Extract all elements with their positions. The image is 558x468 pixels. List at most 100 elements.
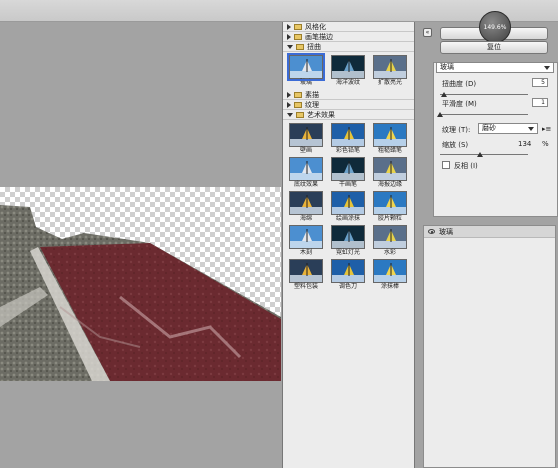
- distortion-label: 扭曲度 (D): [442, 80, 477, 88]
- filter-category-label: 艺术效果: [307, 110, 335, 119]
- filter-thumbnail[interactable]: 彩色铅笔: [329, 123, 367, 156]
- filter-select[interactable]: 玻璃: [436, 62, 554, 73]
- filter-thumbnail[interactable]: 海绵: [287, 191, 325, 224]
- filter-category[interactable]: 素描: [283, 90, 414, 100]
- filter-thumbnail-grid: 壁画 彩色铅笔 粗糙蜡笔底纹效果 干画笔 海报边缘海绵 绘画涂抹 胶片颗粒木刻 霓虹灯光 水彩塑…: [283, 120, 414, 294]
- filter-preview-image: [373, 157, 407, 181]
- filter-thumbnail[interactable]: 干画笔: [329, 157, 367, 190]
- filter-preview-image: [331, 157, 365, 181]
- settings-panel: « 确定 149.6% 复位 玻璃 扭曲度 (D) 5 平滑度 (M) 1 纹理…: [418, 11, 558, 468]
- distortion-slider-track[interactable]: [440, 94, 528, 95]
- smoothness-field[interactable]: 1: [532, 98, 548, 107]
- filter-thumbnail[interactable]: 胶片颗粒: [371, 191, 409, 224]
- chevron-down-icon[interactable]: [287, 113, 293, 117]
- filter-preview-image: [373, 123, 407, 147]
- filter-thumbnail[interactable]: 木刻: [287, 225, 325, 258]
- filter-thumbnail-label: 干画笔: [338, 181, 357, 188]
- filter-preview-image: [331, 259, 365, 283]
- filter-thumbnail-label: 绘画涂抹: [335, 215, 360, 222]
- invert-checkbox[interactable]: [442, 161, 450, 169]
- filter-thumbnail[interactable]: 调色刀: [329, 259, 367, 292]
- distortion-field[interactable]: 5: [532, 78, 548, 87]
- filter-thumbnail-label: 海绵: [299, 215, 312, 222]
- filter-preview-image: [373, 191, 407, 215]
- reset-button[interactable]: 复位: [440, 41, 548, 54]
- ok-button[interactable]: 确定 149.6%: [440, 11, 548, 43]
- filter-thumbnail[interactable]: 海洋波纹: [329, 55, 367, 88]
- texture-select[interactable]: 磨砂: [478, 123, 538, 134]
- menu-icon[interactable]: ▸≡: [542, 125, 551, 133]
- filter-preview-image: [287, 53, 325, 81]
- invert-label: 反相 (I): [454, 162, 478, 170]
- scaling-slider-handle[interactable]: [476, 152, 483, 157]
- filter-select-value: 玻璃: [440, 63, 454, 71]
- folder-icon: [294, 101, 302, 108]
- filter-thumbnail-label: 水彩: [383, 249, 396, 256]
- preview-canvas[interactable]: [0, 187, 281, 381]
- preview-area[interactable]: [0, 22, 281, 468]
- filter-thumbnail[interactable]: 扩散亮光: [371, 55, 409, 88]
- smoothness-label: 平滑度 (M): [442, 100, 477, 108]
- filter-thumbnail-label: 调色刀: [338, 283, 357, 290]
- filter-category-label: 纹理: [305, 100, 319, 109]
- chevron-right-icon[interactable]: [287, 91, 291, 98]
- eye-icon[interactable]: [428, 229, 435, 234]
- filter-preview-image: [289, 191, 323, 215]
- effect-layer-label: 玻璃: [439, 227, 453, 236]
- filter-thumbnail[interactable]: 玻璃: [287, 53, 325, 88]
- chevron-down-icon: [528, 127, 534, 131]
- chevron-right-icon[interactable]: [287, 33, 291, 40]
- effect-layers-panel: 玻璃: [423, 225, 556, 468]
- filter-thumbnail[interactable]: 霓虹灯光: [329, 225, 367, 258]
- filter-thumbnail-label: 扩散亮光: [377, 79, 402, 86]
- smoothness-slider-handle[interactable]: [437, 112, 443, 117]
- texture-select-value: 磨砂: [482, 124, 496, 132]
- filter-thumbnail-label: 霓虹灯光: [335, 249, 360, 256]
- filter-category-label: 画笔描边: [305, 32, 333, 41]
- chevron-right-icon[interactable]: [287, 23, 291, 30]
- distortion-slider-handle[interactable]: [441, 92, 448, 97]
- filter-thumbnail[interactable]: 壁画: [287, 123, 325, 156]
- chevron-down-icon[interactable]: [287, 45, 293, 49]
- effect-layer-row[interactable]: 玻璃: [424, 226, 555, 238]
- filter-category-label: 扭曲: [307, 42, 321, 51]
- chevron-right-icon[interactable]: [287, 101, 291, 108]
- filter-thumbnail[interactable]: 塑料包装: [287, 259, 325, 292]
- filter-preview-image: [373, 225, 407, 249]
- filter-thumbnail-label: 粗糙蜡笔: [377, 147, 402, 154]
- smoothness-slider-track[interactable]: [440, 114, 528, 115]
- scaling-slider-track[interactable]: [440, 154, 528, 155]
- collapse-gallery-icon[interactable]: «: [423, 28, 432, 37]
- filter-category[interactable]: 纹理: [283, 100, 414, 110]
- texture-label: 纹理 (T):: [442, 126, 471, 134]
- filter-thumbnail-label: 海洋波纹: [335, 79, 360, 86]
- filter-preview-image: [289, 123, 323, 147]
- filter-gallery-panel: 风格化 画笔描边 扭曲玻璃 海洋波纹 扩散亮光素描 纹理 艺术效果壁画 彩色铅笔 粗糙蜡笔底纹效…: [282, 22, 415, 468]
- filter-thumbnail-label: 玻璃: [299, 79, 312, 86]
- filter-settings-form: 玻璃 扭曲度 (D) 5 平滑度 (M) 1 纹理 (T): 磨砂 ▸≡ 缩放 …: [433, 62, 558, 217]
- filter-thumbnail[interactable]: 水彩: [371, 225, 409, 258]
- folder-icon: [294, 33, 302, 40]
- filter-category[interactable]: 艺术效果: [283, 110, 414, 120]
- filter-preview-image: [289, 259, 323, 283]
- filter-category-label: 风格化: [305, 22, 326, 31]
- filter-thumbnail-label: 海报边缘: [377, 181, 402, 188]
- zoom-badge: 149.6%: [479, 11, 511, 43]
- filter-category[interactable]: 扭曲: [283, 42, 414, 52]
- dialog-top-strip: [0, 0, 558, 22]
- filter-category[interactable]: 风格化: [283, 22, 414, 32]
- filter-thumbnail[interactable]: 绘画涂抹: [329, 191, 367, 224]
- filter-preview-image: [331, 55, 365, 79]
- filter-thumbnail[interactable]: 海报边缘: [371, 157, 409, 190]
- scaling-value[interactable]: 134: [518, 140, 531, 148]
- folder-icon: [294, 23, 302, 30]
- scaling-unit: %: [542, 140, 549, 148]
- filter-thumbnail[interactable]: 底纹效果: [287, 157, 325, 190]
- filter-thumbnail[interactable]: 粗糙蜡笔: [371, 123, 409, 156]
- filter-thumbnail-label: 彩色铅笔: [335, 147, 360, 154]
- filter-preview-image: [373, 259, 407, 283]
- filter-preview-image: [331, 225, 365, 249]
- filter-thumbnail[interactable]: 涂抹棒: [371, 259, 409, 292]
- filter-category-list: 风格化 画笔描边 扭曲玻璃 海洋波纹 扩散亮光素描 纹理 艺术效果壁画 彩色铅笔 粗糙蜡笔底纹效…: [283, 22, 414, 294]
- filter-category[interactable]: 画笔描边: [283, 32, 414, 42]
